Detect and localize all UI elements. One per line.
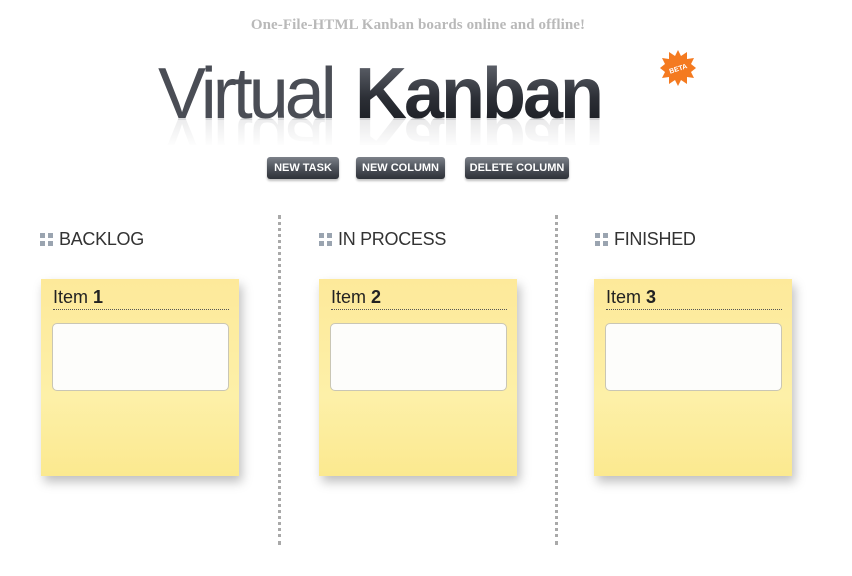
card-description-field[interactable] (330, 323, 507, 391)
column-divider (555, 215, 558, 545)
column-header-backlog[interactable]: BACKLOG (40, 229, 144, 249)
card-number: 3 (646, 287, 657, 307)
delete-column-button[interactable]: DELETE COLUMN (465, 157, 569, 179)
drag-handle-icon[interactable] (319, 232, 332, 246)
card-title[interactable]: Item 1 (53, 287, 229, 310)
column-header-finished[interactable]: FINISHED (595, 229, 696, 249)
column-header-in-process[interactable]: IN PROCESS (319, 229, 446, 249)
column-title: FINISHED (614, 228, 696, 249)
logo-wordmark: Virtual Kanban Virtual Kanban (150, 54, 670, 145)
card-label: Item (53, 287, 89, 307)
burst-icon: BETA (660, 50, 696, 86)
beta-badge: BETA (660, 50, 696, 86)
column-title: IN PROCESS (338, 228, 447, 249)
card-description-field[interactable] (605, 323, 782, 391)
tagline: One-File-HTML Kanban boards online and o… (250, 17, 586, 33)
card-title[interactable]: Item 2 (331, 287, 507, 310)
new-column-button[interactable]: NEW COLUMN (356, 157, 445, 179)
new-task-button[interactable]: NEW TASK (267, 157, 339, 179)
task-card[interactable]: Item 2 (319, 279, 517, 476)
column-divider (278, 215, 281, 545)
card-label: Item (331, 287, 367, 307)
task-card[interactable]: Item 3 (594, 279, 792, 476)
column-title: BACKLOG (59, 228, 144, 249)
card-number: 1 (93, 287, 104, 307)
card-label: Item (606, 287, 642, 307)
task-card[interactable]: Item 1 (41, 279, 239, 476)
drag-handle-icon[interactable] (40, 232, 53, 246)
logo: Virtual Kanban Virtual Kanban (0, 40, 836, 145)
card-description-field[interactable] (52, 323, 229, 391)
drag-handle-icon[interactable] (595, 232, 608, 246)
card-number: 2 (371, 287, 382, 307)
card-title[interactable]: Item 3 (606, 287, 782, 310)
